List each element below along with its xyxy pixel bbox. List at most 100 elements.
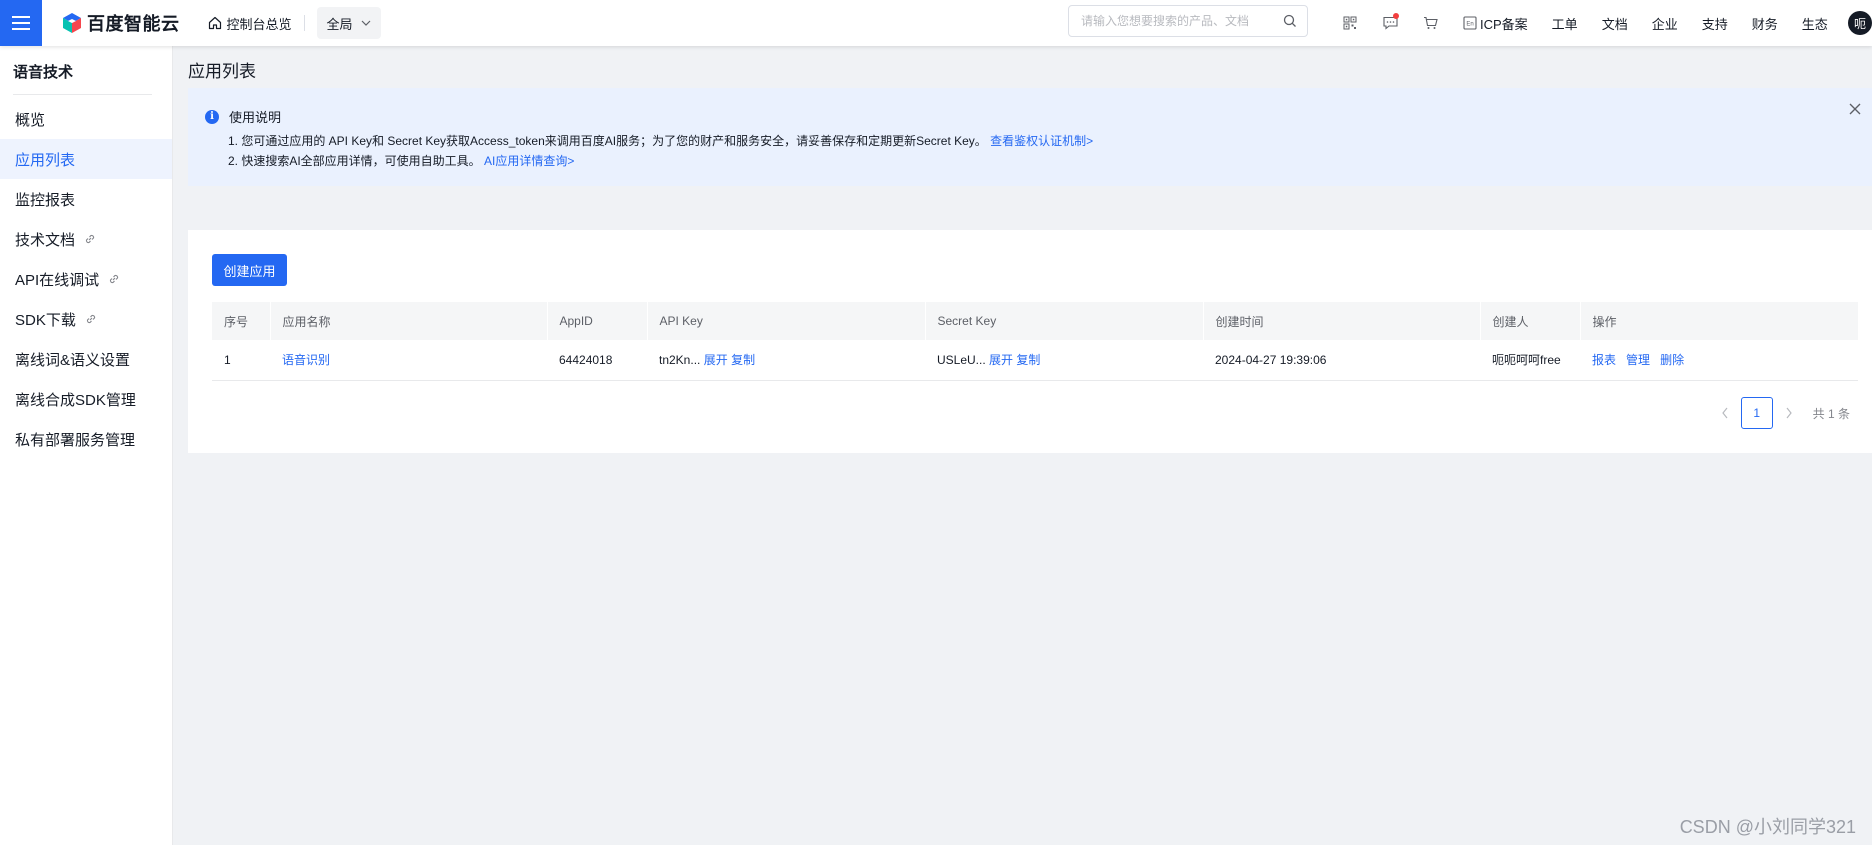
nav-finance[interactable]: 财务 [1752, 14, 1778, 33]
app-table: 序号 应用名称 AppID API Key Secret Key 创建时间 创建… [212, 302, 1859, 381]
manage-link[interactable]: 管理 [1626, 353, 1650, 367]
api-key-cell: tn2Kn... 展开 复制 [647, 340, 925, 381]
sidebar-title: 语音技术 [13, 64, 74, 81]
sidebar-item-label: 技术文档 [15, 231, 76, 249]
qrcode-button[interactable] [1330, 0, 1370, 46]
secret-key-cell: USLeU... 展开 复制 [925, 340, 1203, 381]
actions-cell: 报表 管理 删除 [1580, 340, 1858, 381]
table-header-row: 序号 应用名称 AppID API Key Secret Key 创建时间 创建… [212, 302, 1859, 340]
sidebar-item-label: 离线词&语义设置 [15, 351, 131, 369]
console-home-label: 控制台总览 [226, 16, 292, 32]
chevron-right-icon [1786, 407, 1792, 419]
pagination: 1 共 1 条 [1713, 397, 1850, 429]
app-detail-query-link[interactable]: AI应用详情查询> [484, 154, 574, 168]
notice-title: 使用说明 [229, 110, 282, 125]
notice-line-2-text: 2. 快速搜索AI全部应用详情，可使用自助工具。 [228, 154, 481, 168]
nav-enterprise[interactable]: 企业 [1652, 14, 1678, 33]
region-label: 全局 [326, 16, 353, 32]
search-icon[interactable] [1283, 14, 1297, 28]
sidebar-item-label: 私有部署服务管理 [15, 431, 136, 449]
top-navigation-bar: 百度智能云 控制台总览 全局 En ICP备案 工单 文档 企业 支持 财务 [0, 0, 1872, 46]
nav-ecosystem[interactable]: 生态 [1802, 14, 1828, 33]
external-link-icon [86, 314, 95, 324]
external-link-icon [85, 234, 95, 244]
global-search-box [1068, 5, 1308, 37]
language-icon: En [1463, 16, 1477, 30]
region-selector[interactable]: 全局 [316, 7, 381, 39]
api-key-copy-link[interactable]: 复制 [731, 353, 755, 367]
user-avatar[interactable]: 呃 [1848, 11, 1872, 35]
sidebar-item-monitoring[interactable]: 监控报表 [0, 179, 172, 219]
nav-ticket[interactable]: 工单 [1552, 14, 1578, 33]
sidebar-item-label: SDK下载 [15, 311, 76, 329]
logo-cube-icon [63, 13, 81, 33]
home-icon [208, 16, 221, 30]
column-header: 应用名称 [270, 302, 548, 340]
created-time: 2024-04-27 19:39:06 [1203, 340, 1480, 381]
sidebar-item-api-debug[interactable]: API在线调试 [0, 259, 172, 299]
nav-icp[interactable]: ICP备案 [1480, 14, 1528, 33]
next-page-button[interactable] [1777, 397, 1801, 429]
column-header: AppID [547, 302, 648, 340]
secret-key-copy-link[interactable]: 复制 [1016, 353, 1040, 367]
notification-dot [1393, 13, 1399, 19]
page-number-current[interactable]: 1 [1740, 397, 1773, 429]
search-input[interactable] [1079, 13, 1283, 29]
menu-icon [12, 16, 30, 30]
api-key-expand-link[interactable]: 展开 [704, 353, 728, 367]
sidebar-item-private-deploy[interactable]: 私有部署服务管理 [0, 419, 172, 459]
row-index: 1 [212, 340, 270, 381]
message-button[interactable] [1370, 0, 1410, 46]
close-icon[interactable] [1848, 102, 1862, 116]
sidebar-item-label: 监控报表 [15, 191, 76, 209]
cart-button[interactable] [1410, 0, 1450, 46]
usage-notice: i 使用说明 1. 您可通过应用的 API Key和 Secret Key获取A… [188, 88, 1872, 186]
sidebar-item-app-list[interactable]: 应用列表 [0, 139, 172, 179]
total-count: 共 1 条 [1812, 406, 1850, 421]
svg-text:En: En [1466, 22, 1473, 28]
console-home-link[interactable]: 控制台总览 [208, 14, 292, 33]
nav-support[interactable]: 支持 [1702, 14, 1728, 33]
nav-docs[interactable]: 文档 [1602, 14, 1628, 33]
create-app-button[interactable]: 创建应用 [212, 254, 287, 286]
chevron-down-icon [361, 20, 370, 26]
sidebar-item-overview[interactable]: 概览 [0, 99, 172, 139]
toolbar-icons: En [1330, 0, 1490, 46]
cart-icon [1423, 16, 1438, 29]
sidebar-item-offline-words[interactable]: 离线词&语义设置 [0, 339, 172, 379]
info-icon: i [205, 109, 219, 124]
creator: 呃呃呵呵free [1480, 340, 1580, 381]
column-header: Secret Key [925, 302, 1204, 340]
app-list-card: 创建应用 序号 应用名称 AppID API Key Secret Key 创建… [188, 230, 1872, 453]
column-header: API Key [647, 302, 926, 340]
app-name-link[interactable]: 语音识别 [282, 353, 330, 367]
column-header: 操作 [1580, 302, 1859, 340]
sidebar-item-label: 应用列表 [15, 151, 76, 169]
sidebar-item-offline-tts-sdk[interactable]: 离线合成SDK管理 [0, 379, 172, 419]
notice-line-1: 1. 您可通过应用的 API Key和 Secret Key获取Access_t… [228, 132, 1093, 149]
prev-page-button[interactable] [1713, 397, 1737, 429]
divider [303, 15, 305, 31]
auth-mechanism-link[interactable]: 查看鉴权认证机制> [990, 134, 1093, 148]
notice-line-2: 2. 快速搜索AI全部应用详情，可使用自助工具。 AI应用详情查询> [228, 152, 574, 169]
report-link[interactable]: 报表 [1592, 353, 1616, 367]
logo-text: 百度智能云 [87, 14, 180, 34]
qrcode-icon [1343, 16, 1357, 30]
sidebar: 语音技术 概览 应用列表 监控报表 技术文档 API在线调试 SDK下载 离线词… [0, 46, 173, 845]
column-header: 序号 [212, 302, 271, 340]
sidebar-item-label: 离线合成SDK管理 [15, 391, 136, 409]
delete-link[interactable]: 删除 [1660, 353, 1684, 367]
sidebar-item-sdk-download[interactable]: SDK下载 [0, 299, 172, 339]
notice-line-1-text: 1. 您可通过应用的 API Key和 Secret Key获取Access_t… [228, 134, 987, 148]
column-header: 创建时间 [1203, 302, 1481, 340]
secret-key-expand-link[interactable]: 展开 [989, 353, 1013, 367]
hamburger-menu-button[interactable] [0, 0, 42, 46]
column-header: 创建人 [1480, 302, 1581, 340]
sidebar-item-tech-docs[interactable]: 技术文档 [0, 219, 172, 259]
baidu-cloud-logo[interactable]: 百度智能云 [62, 0, 180, 46]
watermark: CSDN @小刘同学321 [1679, 817, 1856, 837]
notice-header: i 使用说明 [205, 107, 281, 126]
top-nav-links: ICP备案 工单 文档 企业 支持 财务 生态 [1480, 0, 1852, 46]
sidebar-item-label: 概览 [15, 111, 46, 129]
page-title: 应用列表 [188, 62, 256, 81]
